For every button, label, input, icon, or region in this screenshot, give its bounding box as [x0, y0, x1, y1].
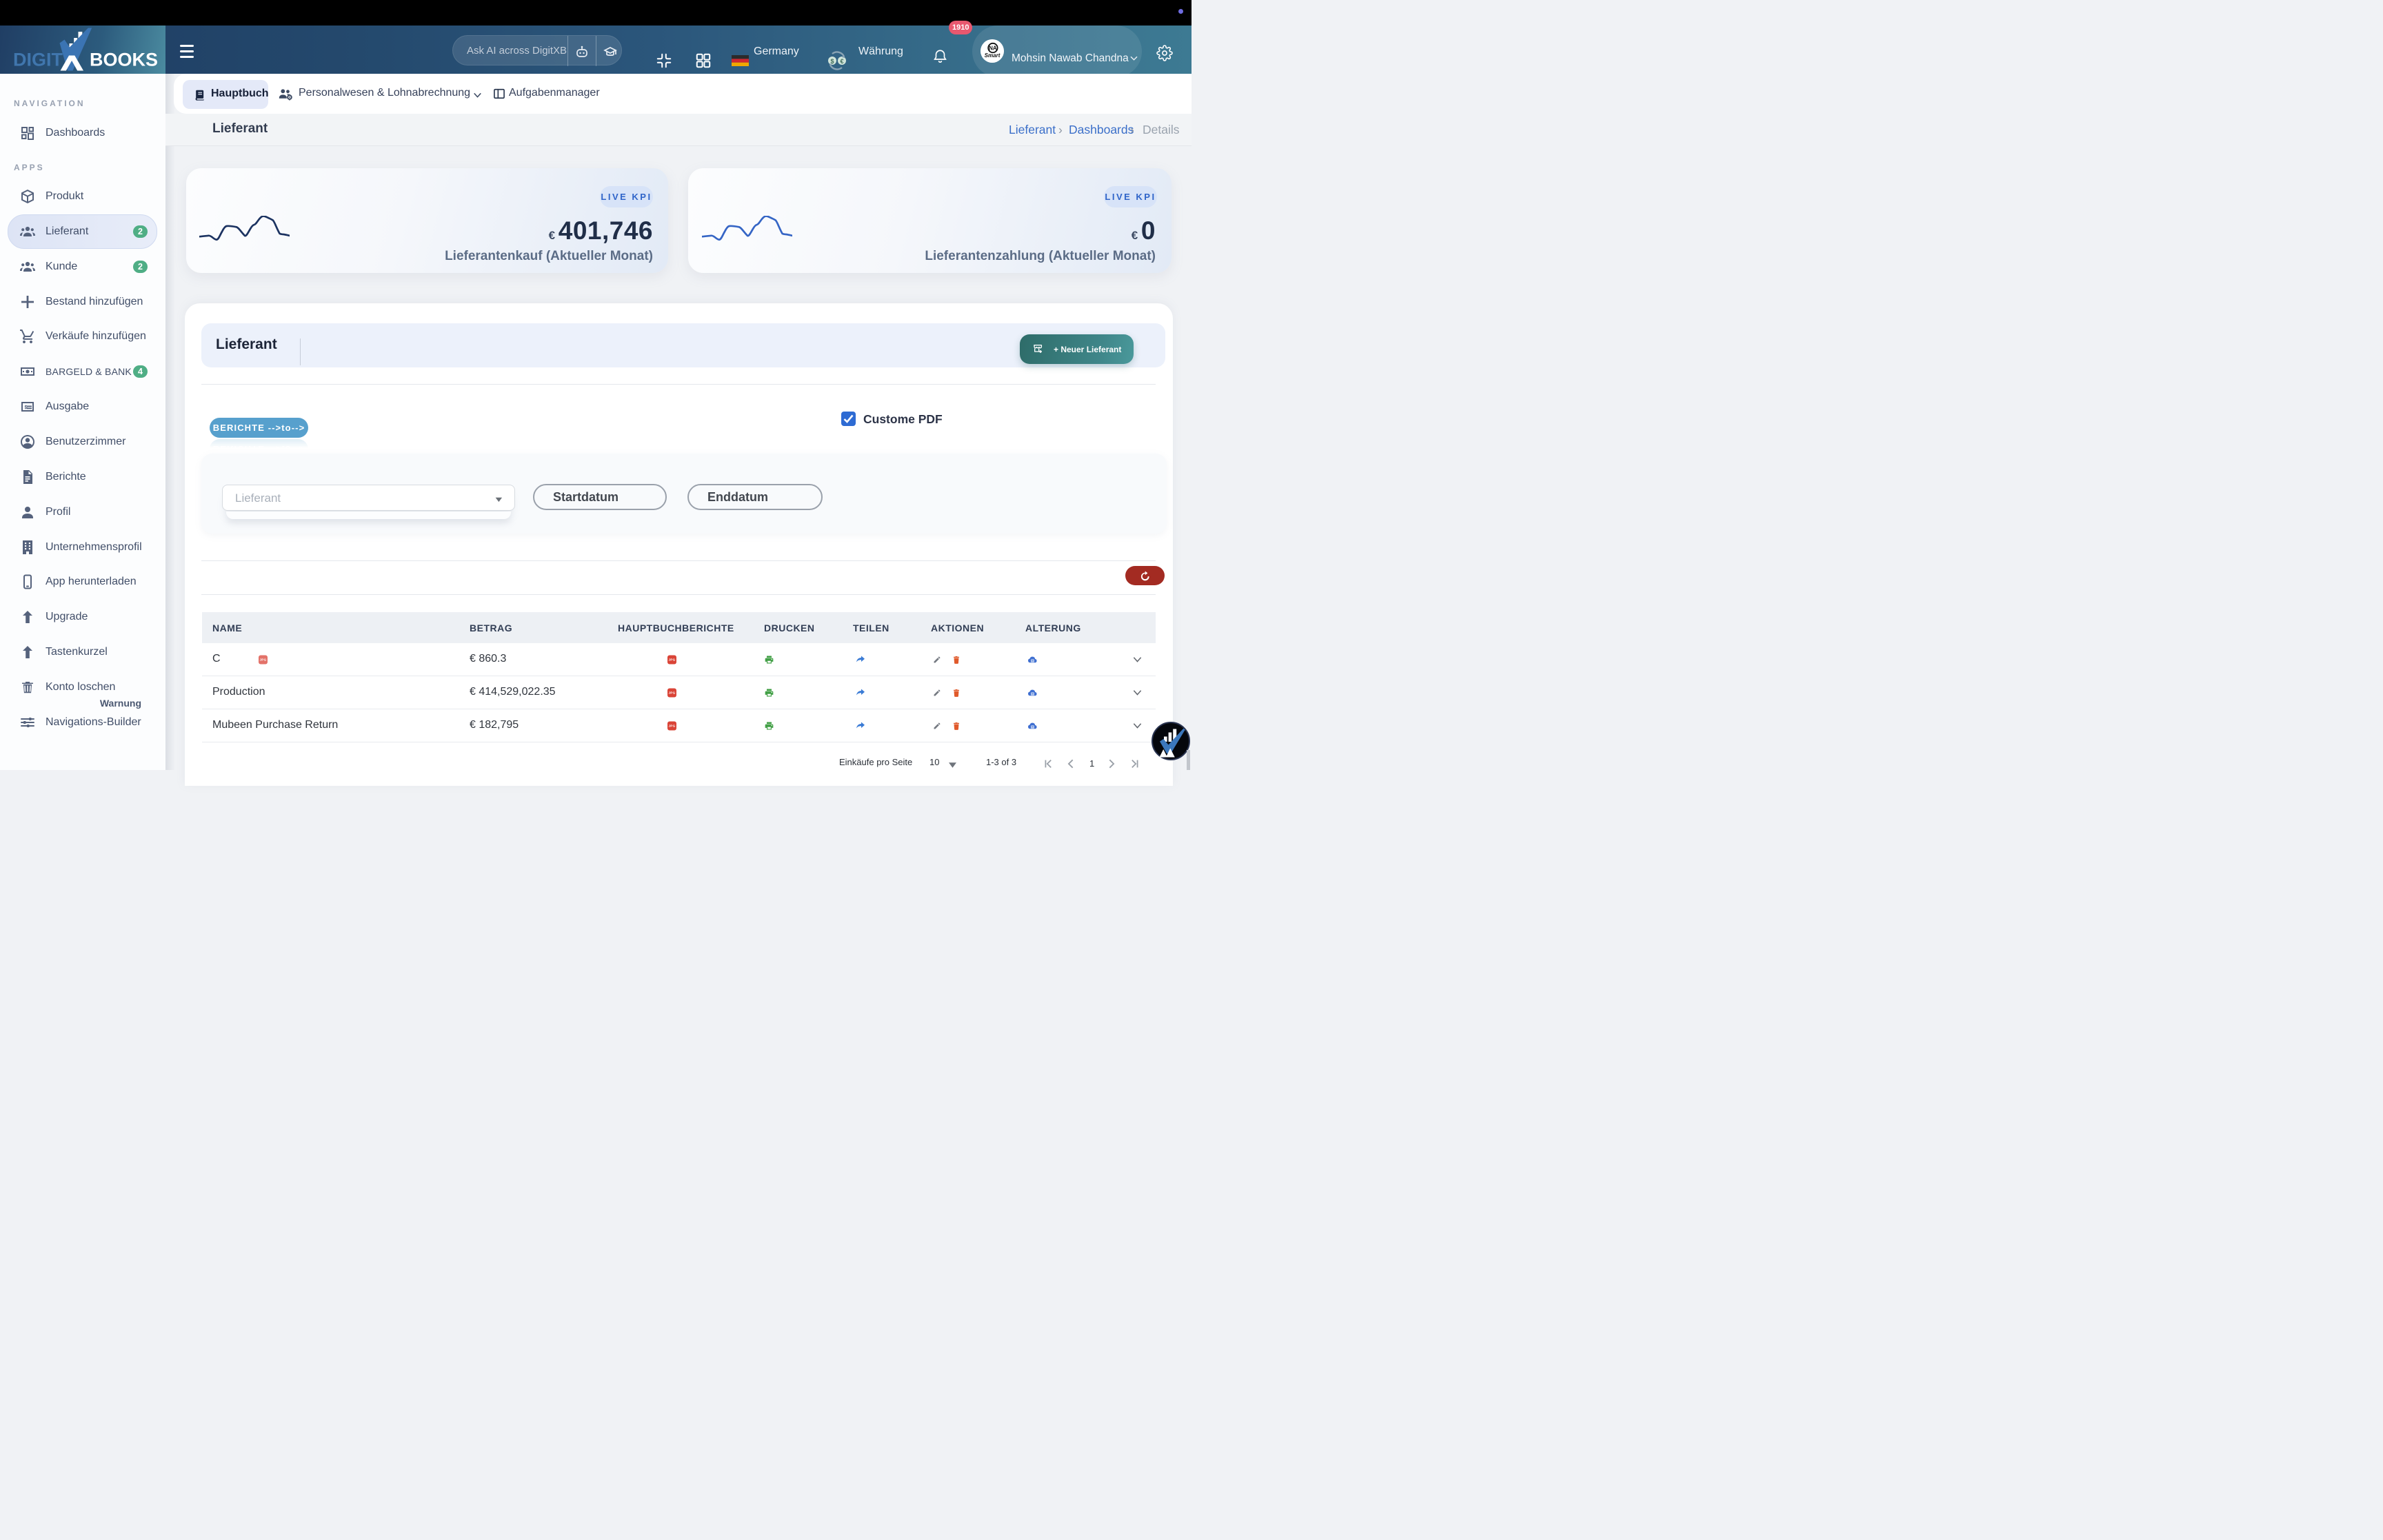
svg-text:$: $ [25, 404, 28, 410]
svg-text:NA: NA [989, 45, 997, 52]
svg-text:BOOKS: BOOKS [90, 50, 158, 70]
svg-text:€: € [840, 58, 843, 65]
svg-text:DIGIT: DIGIT [13, 50, 63, 70]
svg-text:Smart: Smart [985, 52, 1001, 59]
